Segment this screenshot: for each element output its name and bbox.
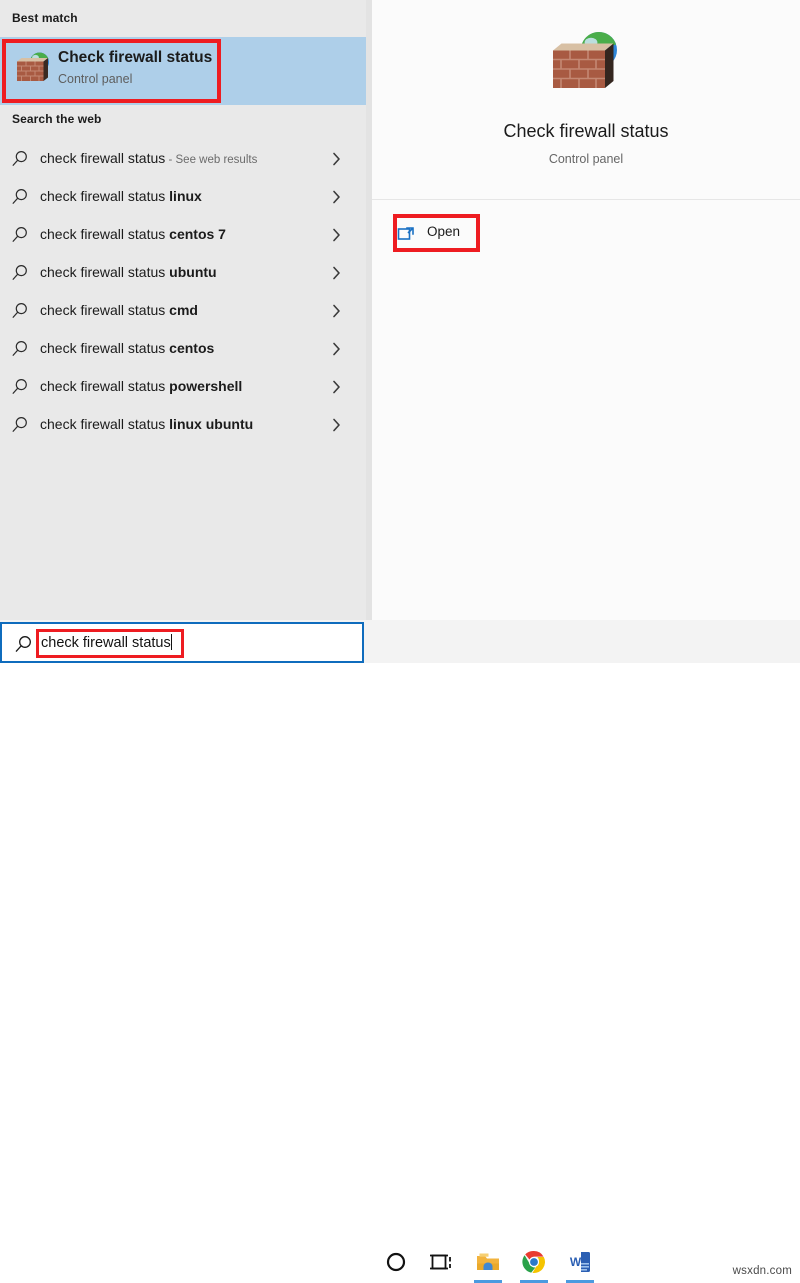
search-icon (11, 264, 29, 282)
chevron-right-icon[interactable] (330, 340, 344, 358)
web-result-query: check firewall status (40, 226, 170, 242)
search-icon (11, 150, 29, 168)
search-icon (11, 340, 29, 358)
web-result-item[interactable]: check firewall status powershell (0, 368, 366, 406)
text-caret (170, 634, 172, 650)
firewall-icon (547, 26, 625, 98)
web-result-item[interactable]: check firewall status linux (0, 178, 366, 216)
web-result-query: check firewall status (40, 188, 170, 204)
chevron-right-icon[interactable] (330, 150, 344, 168)
app-preview-pane: Check firewall status Control panel Open (372, 0, 800, 620)
web-result-label: check firewall status centos 7 (40, 226, 226, 242)
search-icon (11, 302, 29, 320)
best-match-subtitle: Control panel (58, 72, 133, 86)
preview-title: Check firewall status (503, 121, 669, 141)
web-result-suffix: linux ubuntu (169, 416, 254, 432)
web-result-query: check firewall status (40, 150, 166, 166)
search-results-pane: Best match Check firewall status Control… (0, 0, 366, 620)
search-icon (11, 188, 29, 206)
web-result-label: check firewall status powershell (40, 378, 242, 394)
chevron-right-icon[interactable] (330, 226, 344, 244)
web-result-query: check firewall status (40, 302, 170, 318)
search-icon (11, 226, 29, 244)
task-view-icon[interactable] (429, 1249, 455, 1275)
web-result-label: check firewall status linux (40, 188, 202, 204)
chevron-right-icon[interactable] (330, 188, 344, 206)
windows-search-screen: Best match Check firewall status Control… (0, 0, 800, 1283)
web-result-item[interactable]: check firewall status cmd (0, 292, 366, 330)
chevron-right-icon[interactable] (330, 378, 344, 396)
web-result-query: check firewall status (40, 416, 170, 432)
chevron-right-icon[interactable] (330, 264, 344, 282)
svg-text:W: W (570, 1255, 582, 1269)
best-match-item[interactable] (0, 37, 366, 105)
search-the-web-header: Search the web (12, 112, 102, 126)
web-result-item[interactable]: check firewall status centos 7 (0, 216, 366, 254)
web-result-label: check firewall status ubuntu (40, 264, 217, 280)
google-chrome-icon[interactable] (521, 1249, 547, 1275)
web-result-label: check firewall status - See web results (40, 150, 257, 166)
search-icon (14, 635, 33, 654)
web-result-suffix: centos (169, 340, 215, 356)
preview-subtitle: Control panel (548, 152, 624, 166)
preview-separator (372, 199, 800, 200)
web-result-label: check firewall status cmd (40, 302, 198, 318)
search-icon (11, 378, 29, 396)
web-result-item[interactable]: check firewall status linux ubuntu (0, 406, 366, 444)
web-result-suffix: centos 7 (169, 226, 226, 242)
web-result-query: check firewall status (40, 340, 170, 356)
search-icon (11, 416, 29, 434)
cortana-circle-icon[interactable] (383, 1249, 409, 1275)
watermark: wsxdn.com (732, 1265, 792, 1277)
web-result-query: check firewall status (40, 264, 170, 280)
web-result-item[interactable]: check firewall status ubuntu (0, 254, 366, 292)
web-result-suffix: linux (169, 188, 202, 204)
web-result-suffix: powershell (169, 378, 243, 394)
open-button-red-highlight (393, 214, 480, 252)
firewall-icon (13, 49, 53, 89)
file-explorer-icon[interactable] (475, 1249, 501, 1275)
best-match-header: Best match (12, 11, 78, 25)
start-search-flyout: Best match Check firewall status Control… (0, 0, 800, 620)
best-match-title: Check firewall status (58, 49, 213, 66)
web-result-label: check firewall status centos (40, 340, 214, 356)
web-result-query: check firewall status (40, 378, 170, 394)
web-result-suffix: cmd (169, 302, 198, 318)
web-result-item[interactable]: check firewall status - See web results (0, 140, 366, 178)
microsoft-word-icon[interactable]: W (567, 1249, 593, 1275)
web-result-note: - See web results (165, 154, 258, 166)
web-result-label: check firewall status linux ubuntu (40, 416, 253, 432)
search-input[interactable]: check firewall status (41, 634, 172, 651)
chevron-right-icon[interactable] (330, 302, 344, 320)
search-input-value: check firewall status (41, 635, 171, 651)
web-result-suffix: ubuntu (169, 264, 217, 280)
web-result-item[interactable]: check firewall status centos (0, 330, 366, 368)
chevron-right-icon[interactable] (330, 416, 344, 434)
